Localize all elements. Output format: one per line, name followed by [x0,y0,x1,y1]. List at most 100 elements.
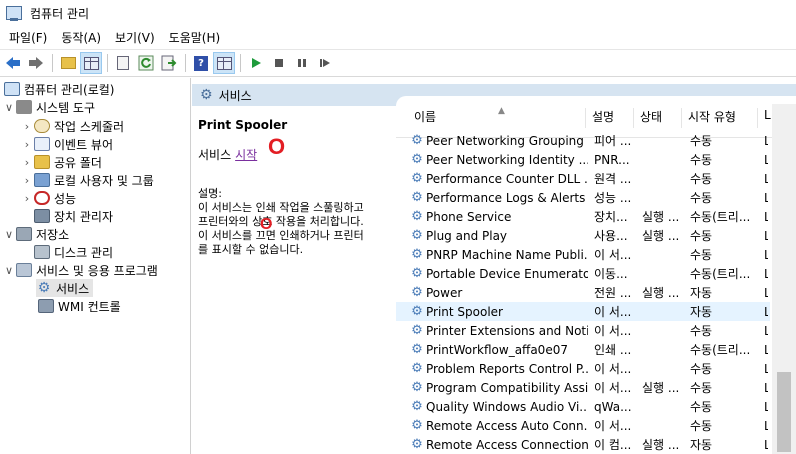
column-header-description[interactable]: 설명 [586,108,634,128]
chevron-right-icon[interactable]: › [20,192,34,205]
menu-file[interactable]: 파일(F) [4,29,52,46]
play-icon[interactable] [245,52,267,74]
help-icon[interactable]: ? [190,52,212,74]
table-row[interactable]: ⚙ Plug and Play 사용... 실행 ... 수동 L [396,226,770,245]
service-name: Program Compatibility Assi... [426,380,588,395]
show-hide-tree-icon[interactable] [80,52,102,74]
table-row[interactable]: ⚙ Problem Reports Control P... 이 서... 수동 L [396,359,770,378]
column-header-status[interactable]: 상태 [634,108,682,128]
tree-root[interactable]: 컴퓨터 관리(로컬) [4,80,114,98]
description-label: 설명: [198,187,222,200]
table-row[interactable]: ⚙ Power 전원 ... 실행 ... 자동 L [396,283,770,302]
tree-item-performance[interactable]: › 성능 [20,189,76,207]
vertical-scrollbar[interactable] [772,104,796,454]
service-logon: L [764,323,768,338]
service-logon: L [764,247,768,262]
restart-icon[interactable] [314,52,336,74]
service-startup-type: 수동 [690,229,713,243]
table-row[interactable]: ⚙ PrintWorkflow_affa0e07 인쇄 ... 수동(트리... L [396,340,770,359]
service-description: 이 서... [594,362,632,376]
tree-item-local-users[interactable]: › 로컬 사용자 및 그룹 [20,171,154,189]
scrollbar-thumb[interactable] [777,372,791,452]
toolbar-separator [240,54,241,72]
service-description: 이동... [594,267,628,281]
forward-arrow-icon[interactable] [25,52,47,74]
service-startup-type: 수동 [690,134,713,148]
pause-icon[interactable] [291,52,313,74]
tree-item-storage[interactable]: ∨ 저장소 [2,225,69,243]
menu-help[interactable]: 도움말(H) [164,29,226,46]
service-description: 장치... [594,210,628,224]
refresh-icon[interactable] [135,52,157,74]
gear-icon: ⚙ [411,152,423,167]
table-row[interactable]: ⚙ Performance Logs & Alerts 성능 ... 수동 L [396,188,770,207]
annotation-mark: O [260,216,273,233]
show-hide-action-icon[interactable] [213,52,235,74]
table-row[interactable]: ⚙ Remote Access Connection... 이 컴... 실행 ...… [396,435,770,454]
tree-item-shared-folders[interactable]: › 공유 폴더 [20,153,102,171]
service-startup-type: 수동 [690,153,713,167]
tree-item-wmi-control[interactable]: WMI 컨트롤 [38,297,121,315]
service-description: 전원 ... [594,286,632,300]
tree-item-label: 성능 [54,191,77,206]
tree-root-label: 컴퓨터 관리(로컬) [24,82,115,97]
stop-icon[interactable] [268,52,290,74]
tree-item-label: 이벤트 뷰어 [54,137,114,152]
gear-icon: ⚙ [411,228,423,243]
chevron-right-icon[interactable]: › [20,174,34,187]
table-row[interactable]: ⚙ Peer Networking Identity ... PNR... 수동 L [396,150,770,169]
description-line: 프린터와의 상호 작용을 처리합니다. [198,215,364,228]
chevron-right-icon[interactable]: › [20,156,34,169]
chevron-right-icon[interactable]: › [20,138,34,151]
service-logon: L [764,399,768,414]
tree-item-label: 시스템 도구 [36,100,96,115]
column-header-name[interactable]: 이름 ▲ [408,106,586,128]
table-row[interactable]: ⚙ Performance Counter DLL ... 원격 ... 수동 L [396,169,770,188]
service-startup-type: 수동 [690,381,713,395]
service-description: 이 서... [594,324,632,338]
properties-icon[interactable] [112,52,134,74]
start-service-link[interactable]: 시작 [235,148,257,162]
tree-item-event-viewer[interactable]: › 이벤트 뷰어 [20,135,113,153]
export-icon[interactable] [158,52,180,74]
service-name: Performance Counter DLL ... [426,171,588,186]
service-action-prefix: 서비스 [198,148,232,162]
up-folder-icon[interactable] [57,52,79,74]
chevron-down-icon[interactable]: ∨ [2,264,16,277]
service-status: 실행 ... [642,286,680,300]
tree-item-device-manager[interactable]: 장치 관리자 [34,207,113,225]
chevron-right-icon[interactable]: › [20,120,34,133]
table-row[interactable]: ⚙ Portable Device Enumerato... 이동... 수동(트리.… [396,264,770,283]
tree-item-services[interactable]: ⚙ 서비스 [36,279,94,297]
gear-icon: ⚙ [411,304,423,319]
tree-item-disk-management[interactable]: 디스크 관리 [34,243,113,261]
table-row[interactable]: ⚙ Print Spooler 이 서... 자동 L [396,302,770,321]
service-name: Remote Access Auto Conn... [426,418,588,433]
gear-icon: ⚙ [411,437,423,452]
table-row[interactable]: ⚙ Quality Windows Audio Vi... qWa... 수동 L [396,397,770,416]
column-header-startup-type[interactable]: 시작 유형 [682,108,758,128]
tree-item-services-apps[interactable]: ∨ 서비스 및 응용 프로그램 [2,261,158,279]
tree-item-system-tools[interactable]: ∨ 시스템 도구 [2,98,95,116]
table-row[interactable]: ⚙ Program Compatibility Assi... 이 서... 실행 .… [396,378,770,397]
tree-item-task-scheduler[interactable]: › 작업 스케줄러 [20,117,124,135]
table-row[interactable]: ⚙ Remote Access Auto Conn... 이 서... 수동 L [396,416,770,435]
chevron-down-icon[interactable]: ∨ [2,101,16,114]
tree-item-label: 작업 스케줄러 [54,119,125,134]
table-row[interactable]: ⚙ Phone Service 장치... 실행 ... 수동(트리... L [396,207,770,226]
column-label: L [764,108,771,122]
chevron-down-icon[interactable]: ∨ [2,228,16,241]
back-arrow-icon[interactable] [2,52,24,74]
menu-view[interactable]: 보기(V) [110,29,160,46]
column-label: 설명 [592,110,615,124]
description-line: 를 표시할 수 없습니다. [198,243,304,256]
service-description: 이 컴... [594,438,632,452]
search-icon: ⚙ [200,87,213,103]
table-row[interactable]: ⚙ Peer Networking Grouping 피어 ... 수동 L [396,131,770,150]
table-row[interactable]: ⚙ PNRP Machine Name Publi... 이 서... 수동 L [396,245,770,264]
table-row[interactable]: ⚙ Printer Extensions and Noti... 이 서... 수동 L [396,321,770,340]
menu-action[interactable]: 동작(A) [56,29,106,46]
title-bar: 컴퓨터 관리 [0,0,796,26]
service-description: PNR... [594,152,630,167]
service-name: Performance Logs & Alerts [426,190,586,205]
